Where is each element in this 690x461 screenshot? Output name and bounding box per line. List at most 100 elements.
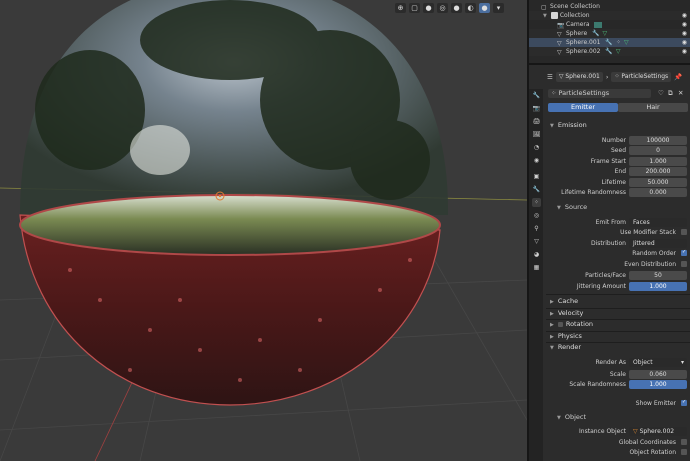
object-name-field[interactable]: ▽ Sphere.001 — [555, 72, 603, 82]
even-distribution-label: Even Distribution — [624, 261, 676, 268]
particle-settings-field[interactable]: ⁘ ParticleSettings — [548, 89, 651, 98]
particles-icon[interactable]: ⁘ — [616, 38, 621, 47]
use-modifier-stack-checkbox[interactable] — [681, 229, 687, 235]
particle-settings-breadcrumb[interactable]: ⁘ ParticleSettings — [611, 72, 672, 82]
outliner-row-camera[interactable]: 📷 Camera ◉ — [529, 20, 690, 29]
render-tab-icon[interactable]: 📷 — [532, 104, 541, 113]
jittering-amount-slider[interactable]: 1.000 — [629, 282, 687, 291]
material-shading-icon[interactable]: ◐ — [465, 2, 476, 13]
global-coordinates-checkbox[interactable] — [681, 439, 687, 445]
use-modifier-stack-label: Use Modifier Stack — [620, 229, 676, 236]
frame-start-field[interactable]: 1.000 — [629, 157, 687, 166]
editor-type-icon[interactable]: ☰ — [547, 73, 553, 81]
frame-end-field[interactable]: 200.000 — [629, 167, 687, 176]
velocity-panel-header[interactable]: ▶ Velocity — [546, 309, 690, 319]
emitter-type-button[interactable]: Emitter — [548, 103, 618, 112]
object-tab-icon[interactable]: ▣ — [532, 172, 541, 181]
pin-icon[interactable]: 📌 — [674, 73, 682, 81]
source-subpanel-header[interactable]: ▼ Source — [546, 203, 690, 213]
outliner-item-label: Sphere.002 — [566, 48, 601, 55]
modifier-wrench-icon[interactable]: 🔧 — [592, 29, 599, 38]
emission-panel-header[interactable]: ▼ Emission — [546, 121, 690, 131]
rotation-title-text: Rotation — [565, 320, 594, 328]
camera-view-icon[interactable]: ● — [423, 2, 434, 13]
distribution-dropdown[interactable]: Jittered — [629, 239, 687, 248]
duplicate-icon[interactable]: ⧉ — [668, 89, 673, 98]
mesh-data-icon[interactable]: ▽ — [603, 29, 608, 38]
object-title: ▼ Object — [557, 413, 586, 421]
view-layer-tab-icon[interactable]: 🖼 — [532, 130, 541, 139]
disclosure-triangle-icon: ▼ — [557, 415, 561, 421]
data-tab-icon[interactable]: ▽ — [532, 237, 541, 246]
tool-tab-icon[interactable]: 🔧 — [532, 91, 541, 100]
visibility-eye-icon[interactable]: ◉ — [682, 11, 687, 20]
constraints-tab-icon[interactable]: ⚲ — [532, 224, 541, 233]
outliner-scene-collection[interactable]: ▢ Scene Collection — [529, 2, 690, 11]
shading-options-icon[interactable]: ▾ — [493, 2, 504, 13]
physics-tab-icon[interactable]: ◎ — [532, 211, 541, 220]
random-order-label: Random Order — [632, 250, 676, 257]
hair-type-button[interactable]: Hair — [618, 103, 688, 112]
rotation-enable-checkbox[interactable] — [557, 321, 563, 327]
object-rotation-checkbox[interactable] — [681, 449, 687, 455]
outliner-row-sphere-001[interactable]: ▽ Sphere.001 🔧 ⁘ ▽ ◉ — [529, 38, 690, 47]
3d-viewport[interactable]: ⊕ ▢ ● ◎ ● ◐ ● ▾ — [0, 0, 527, 461]
show-emitter-checkbox[interactable] — [681, 399, 687, 406]
seed-field[interactable]: 0 — [629, 146, 687, 155]
texture-tab-icon[interactable]: ▦ — [532, 263, 541, 272]
outliner-item-label: Sphere — [566, 30, 588, 37]
fake-user-icon[interactable]: ♡ — [658, 89, 664, 97]
material-tab-icon[interactable]: ◕ — [532, 250, 541, 259]
modifier-wrench-icon[interactable]: 🔧 — [605, 47, 612, 56]
output-tab-icon[interactable]: 🖨 — [532, 117, 541, 126]
object-subpanel-header[interactable]: ▼ Object — [546, 413, 690, 423]
wireframe-shading-icon[interactable]: ◎ — [437, 2, 448, 13]
emission-panel: Number 100000 Seed 0 Frame Start 1.000 E… — [546, 136, 690, 206]
lifetime-randomness-field[interactable]: 0.000 — [629, 188, 687, 197]
disclosure-triangle-icon: ▼ — [550, 345, 554, 351]
overlay-toggle-icon[interactable]: ⊕ — [395, 2, 406, 13]
disclosure-triangle-icon[interactable]: ▼ — [543, 13, 547, 19]
viewport-render — [0, 0, 527, 461]
unlink-icon[interactable]: ✕ — [678, 89, 683, 97]
right-editor-area: ▢ Scene Collection ▼ Collection ◉ 📷 Camera … — [527, 0, 690, 461]
instance-object-field[interactable]: ▽ Sphere.002 — [629, 427, 687, 436]
scale-label: Scale — [609, 371, 626, 378]
visibility-eye-icon[interactable]: ◉ — [682, 20, 687, 29]
rendered-shading-icon[interactable]: ● — [479, 2, 490, 13]
solid-shading-icon[interactable]: ● — [451, 2, 462, 13]
even-distribution-checkbox[interactable] — [681, 261, 687, 267]
properties-tabs: 🔧 📷 🖨 🖼 ◔ ◉ ▣ 🔧 ⁘ ◎ ⚲ ▽ ◕ ▦ — [529, 89, 543, 461]
particles-per-face-field[interactable]: 50 — [629, 271, 687, 280]
number-field[interactable]: 100000 — [629, 136, 687, 145]
cache-panel-header[interactable]: ▶ Cache — [546, 297, 690, 307]
lifetime-field[interactable]: 50.000 — [629, 178, 687, 187]
render-panel-header[interactable]: ▼ Render — [546, 343, 690, 353]
outliner-row-sphere-002[interactable]: ▽ Sphere.002 🔧 ▽ ◉ — [529, 47, 690, 56]
scene-collection-icon: ▢ — [541, 4, 547, 11]
scale-randomness-slider[interactable]: 1.000 — [629, 380, 687, 389]
visibility-eye-icon[interactable]: ◉ — [682, 29, 687, 38]
global-coordinates-label: Global Coordinates — [618, 439, 676, 446]
camera-data-icon[interactable] — [594, 21, 603, 28]
scale-field[interactable]: 0.060 — [629, 370, 687, 379]
visibility-eye-icon[interactable]: ◉ — [682, 47, 687, 56]
render-as-dropdown[interactable]: Object ▾ — [629, 358, 687, 367]
mesh-data-icon[interactable]: ▽ — [616, 47, 621, 56]
disclosure-triangle-icon: ▼ — [557, 205, 561, 211]
world-tab-icon[interactable]: ◉ — [532, 156, 541, 165]
modifier-tab-icon[interactable]: 🔧 — [532, 185, 541, 194]
outliner-row-sphere[interactable]: ▽ Sphere 🔧 ▽ ◉ — [529, 29, 690, 38]
physics-panel-header[interactable]: ▶ Physics — [546, 332, 690, 342]
particles-tab-icon[interactable]: ⁘ — [532, 198, 541, 207]
rotation-panel-header[interactable]: ▶ Rotation — [546, 320, 690, 330]
visibility-eye-icon[interactable]: ◉ — [682, 38, 687, 47]
modifier-wrench-icon[interactable]: 🔧 — [605, 38, 612, 47]
random-order-checkbox[interactable] — [681, 249, 687, 256]
scene-tab-icon[interactable]: ◔ — [532, 143, 541, 152]
outliner-row-collection[interactable]: ▼ Collection ◉ — [529, 11, 690, 20]
divider — [546, 294, 690, 295]
xray-toggle-icon[interactable]: ▢ — [409, 2, 420, 13]
mesh-data-icon[interactable]: ▽ — [624, 38, 629, 47]
emit-from-dropdown[interactable]: Faces — [629, 218, 687, 227]
